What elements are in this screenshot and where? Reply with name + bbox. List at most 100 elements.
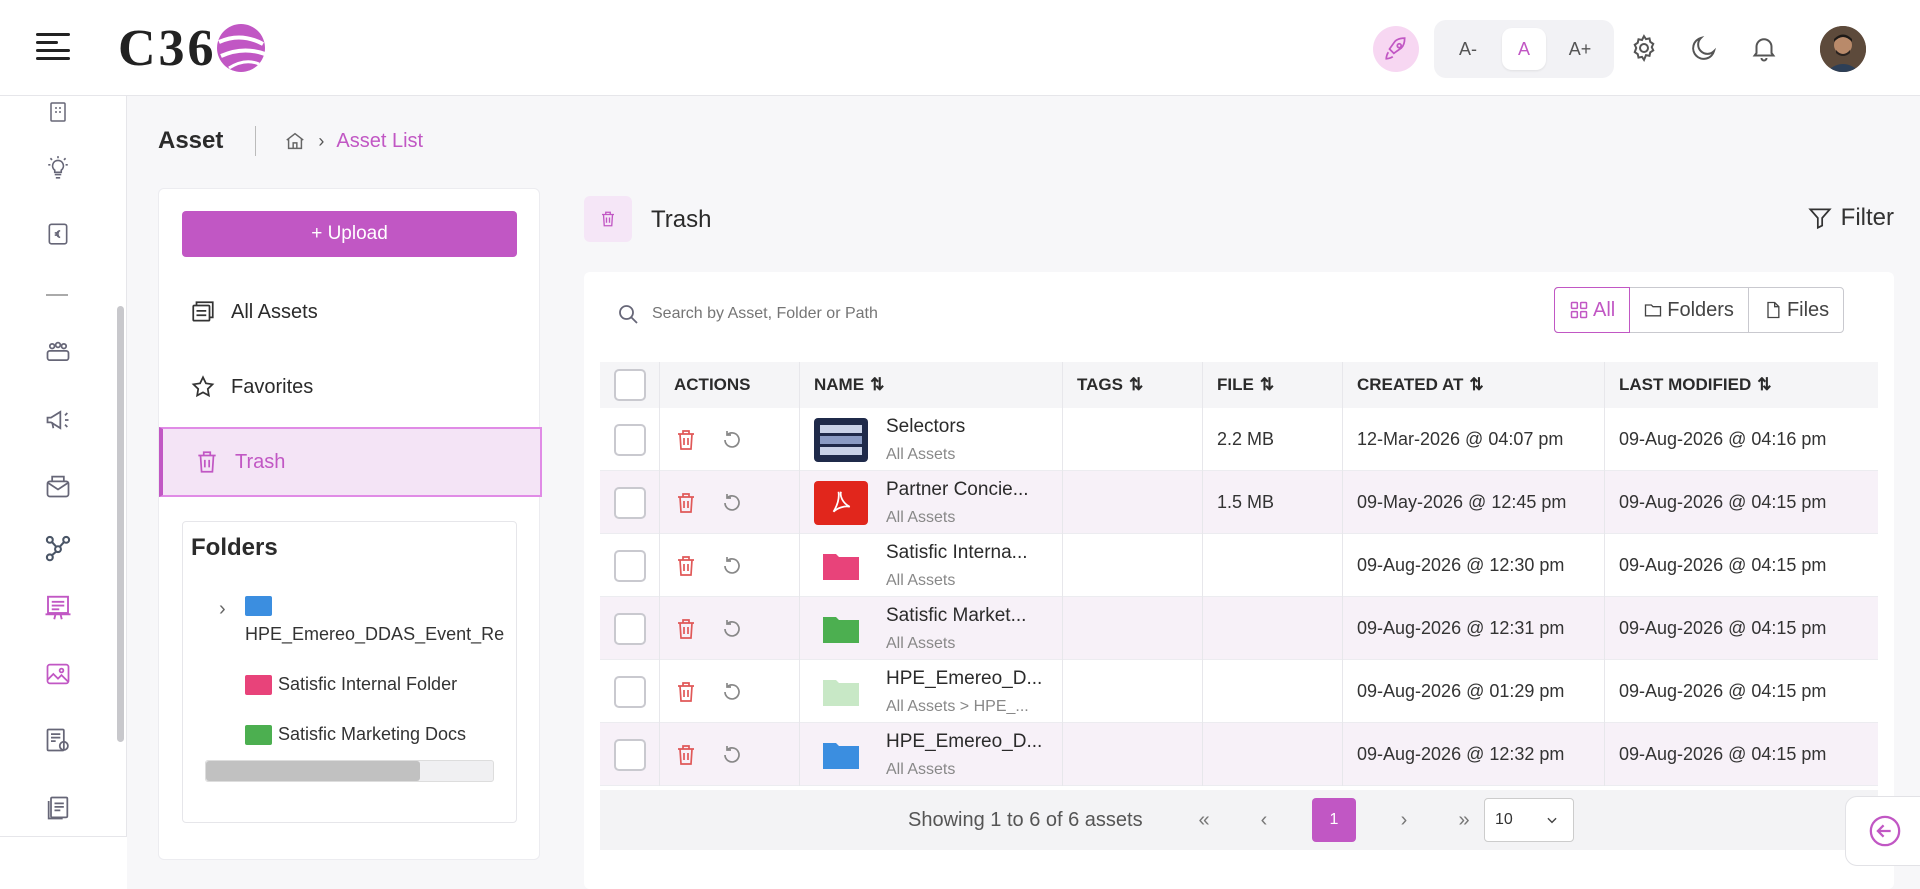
delete-forever-icon[interactable]	[674, 743, 698, 767]
asset-path[interactable]: All Assets	[886, 635, 1026, 653]
table-row[interactable]: Partner Concie... All Assets 1.5 MB 09-May-…	[600, 471, 1878, 534]
font-increase-button[interactable]: A+	[1558, 28, 1602, 70]
asset-name[interactable]: Selectors	[886, 416, 965, 438]
font-decrease-button[interactable]: A-	[1446, 28, 1490, 70]
notification-bell-icon[interactable]	[1746, 30, 1782, 66]
restore-icon[interactable]	[720, 617, 744, 641]
asset-name[interactable]: HPE_Emereo_D...	[886, 668, 1042, 690]
table-row[interactable]: Selectors All Assets 2.2 MB 12-Mar-2026 @ 0…	[600, 408, 1878, 471]
nav-all-assets[interactable]: All Assets	[159, 277, 541, 347]
row-name-cell: HPE_Emereo_D... All Assets	[800, 723, 1063, 786]
row-tags	[1063, 534, 1203, 597]
select-all-checkbox[interactable]	[614, 369, 646, 401]
scrollbar-thumb[interactable]	[206, 761, 420, 781]
asset-name[interactable]: HPE_Emereo_D...	[886, 731, 1042, 753]
sidebar-documents-icon[interactable]	[42, 792, 74, 824]
delete-forever-icon[interactable]	[674, 491, 698, 515]
sidebar-image-icon[interactable]	[42, 658, 74, 690]
delete-forever-icon[interactable]	[674, 680, 698, 704]
header-name[interactable]: NAME ⇅	[800, 362, 1063, 408]
font-size-group: A- A A+	[1434, 20, 1614, 78]
next-page-icon[interactable]: ›	[1384, 800, 1424, 840]
table-row[interactable]: Satisfic Market... All Assets 09-Aug-2026 …	[600, 597, 1878, 660]
row-checkbox[interactable]	[614, 549, 646, 582]
sidebar-currency-card-icon[interactable]	[42, 218, 74, 250]
row-checkbox[interactable]	[614, 486, 646, 519]
tree-folder-satisfic-marketing[interactable]: Satisfic Marketing Docs	[245, 724, 466, 745]
current-page-button[interactable]: 1	[1312, 798, 1356, 842]
table-row[interactable]: HPE_Emereo_D... All Assets > HPE_... 09-Au…	[600, 660, 1878, 723]
font-normal-button[interactable]: A	[1502, 28, 1546, 70]
collapse-back-button[interactable]	[1845, 796, 1920, 866]
restore-icon[interactable]	[720, 743, 744, 767]
first-page-icon[interactable]: «	[1184, 800, 1224, 840]
pagination-summary: Showing 1 to 6 of 6 assets	[908, 808, 1143, 831]
row-checkbox[interactable]	[614, 612, 646, 645]
search-input[interactable]	[652, 305, 1152, 323]
tree-folder-hpe-label[interactable]: HPE_Emereo_DDAS_Event_Re	[245, 624, 504, 645]
last-page-icon[interactable]: »	[1444, 800, 1484, 840]
restore-icon[interactable]	[720, 491, 744, 515]
table-row[interactable]: Satisfic Interna... All Assets 09-Aug-2026…	[600, 534, 1878, 597]
sidebar-network-icon[interactable]	[42, 532, 74, 564]
restore-icon[interactable]	[720, 680, 744, 704]
table-row[interactable]: HPE_Emereo_D... All Assets 09-Aug-2026 @ 1…	[600, 723, 1878, 786]
asset-name[interactable]: Satisfic Interna...	[886, 542, 1028, 564]
row-last-modified: 09-Aug-2026 @ 04:15 pm	[1619, 492, 1827, 512]
previous-page-icon[interactable]: ‹	[1244, 800, 1284, 840]
header-file[interactable]: FILE ⇅	[1203, 362, 1343, 408]
restore-icon[interactable]	[720, 428, 744, 452]
asset-path[interactable]: All Assets	[886, 761, 1042, 779]
header-tags[interactable]: TAGS ⇅	[1063, 362, 1203, 408]
rocket-button[interactable]	[1373, 26, 1419, 72]
header-divider	[255, 126, 257, 156]
filter-button[interactable]: Filter	[1807, 204, 1894, 232]
sidebar-presentation-icon[interactable]	[42, 592, 74, 624]
delete-forever-icon[interactable]	[674, 554, 698, 578]
tab-all[interactable]: All	[1554, 287, 1631, 333]
tab-folders-label: Folders	[1667, 298, 1734, 321]
asset-path[interactable]: All Assets	[886, 509, 1029, 527]
sidebar-report-settings-icon[interactable]	[42, 724, 74, 756]
sidebar-megaphone-icon[interactable]	[42, 404, 74, 436]
sidebar-building-icon[interactable]	[42, 96, 74, 128]
folders-horizontal-scrollbar[interactable]	[205, 760, 494, 782]
nav-favorites[interactable]: Favorites	[159, 352, 541, 422]
settings-gear-icon[interactable]	[1626, 30, 1662, 66]
header-last-modified[interactable]: LAST MODIFIED ⇅	[1605, 362, 1878, 408]
user-avatar[interactable]	[1820, 26, 1866, 72]
header-created-at[interactable]: CREATED AT ⇅	[1343, 362, 1605, 408]
sidebar-scrollbar[interactable]	[117, 306, 124, 742]
sidebar-lightbulb-icon[interactable]	[42, 152, 74, 184]
delete-forever-icon[interactable]	[674, 428, 698, 452]
sort-icon: ⇅	[870, 375, 885, 394]
delete-forever-icon[interactable]	[674, 617, 698, 641]
logo[interactable]: C36	[118, 18, 267, 78]
asset-name[interactable]: Satisfic Market...	[886, 605, 1026, 627]
row-select-cell	[600, 723, 660, 786]
sidebar-team-icon[interactable]	[42, 336, 74, 368]
nav-trash[interactable]: Trash	[159, 427, 542, 497]
asset-name[interactable]: Partner Concie...	[886, 479, 1029, 501]
tree-expand-chevron-icon[interactable]: ›	[219, 598, 226, 621]
home-icon[interactable]	[284, 130, 306, 152]
breadcrumb-chevron-right-icon: ›	[318, 130, 325, 151]
arrow-left-circle-icon	[1869, 815, 1901, 847]
breadcrumb-current[interactable]: Asset List	[336, 130, 423, 153]
asset-path[interactable]: All Assets	[886, 572, 1028, 590]
asset-path[interactable]: All Assets > HPE_...	[886, 698, 1042, 716]
row-checkbox[interactable]	[614, 423, 646, 456]
upload-button[interactable]: + Upload	[182, 211, 517, 257]
restore-icon[interactable]	[720, 554, 744, 578]
menu-toggle-icon[interactable]	[36, 33, 70, 61]
asset-path[interactable]: All Assets	[886, 446, 965, 464]
sidebar-mail-icon[interactable]	[42, 470, 74, 502]
tree-folder-hpe[interactable]	[245, 596, 278, 616]
row-checkbox[interactable]	[614, 675, 646, 708]
row-checkbox[interactable]	[614, 738, 646, 771]
page-size-select[interactable]: 10	[1484, 798, 1574, 842]
tab-folders[interactable]: Folders	[1629, 288, 1749, 332]
tree-folder-satisfic-internal[interactable]: Satisfic Internal Folder	[245, 674, 457, 695]
tab-files[interactable]: Files	[1749, 288, 1843, 332]
dark-mode-moon-icon[interactable]	[1686, 30, 1722, 66]
